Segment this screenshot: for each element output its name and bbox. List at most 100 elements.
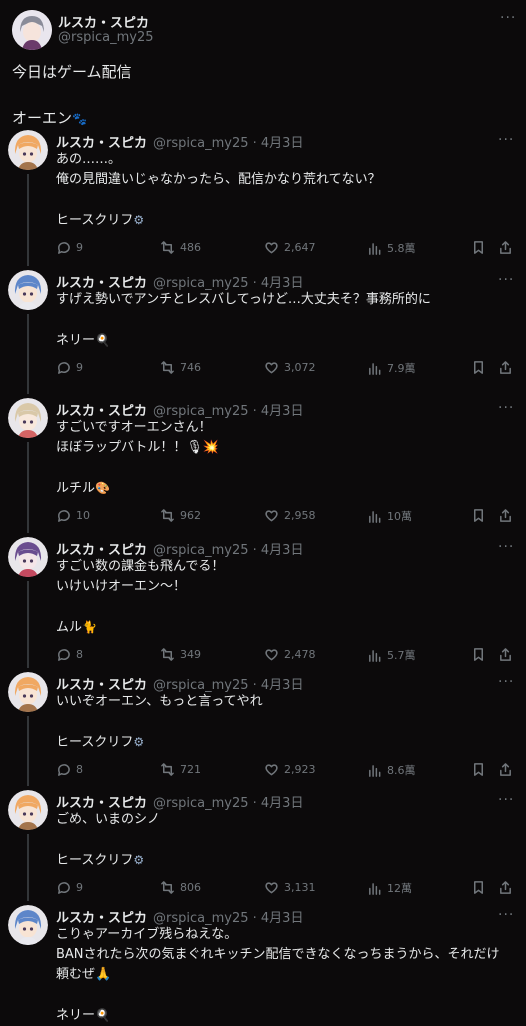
bookmark-button[interactable] — [471, 360, 486, 375]
avatar[interactable] — [8, 270, 48, 310]
repost-button[interactable]: 806 — [160, 880, 201, 895]
more-options-icon[interactable]: ··· — [498, 400, 514, 416]
like-button[interactable]: 2,958 — [264, 508, 316, 523]
more-options-icon[interactable]: ··· — [498, 272, 514, 288]
avatar[interactable] — [8, 905, 48, 945]
thread-connector-line — [27, 581, 29, 668]
repost-icon — [161, 509, 174, 522]
repost-count: 746 — [180, 361, 201, 374]
author-handle-date[interactable]: @rspica_my25 · 4月3日 — [153, 792, 303, 811]
reply-button[interactable]: 10 — [56, 508, 90, 523]
heart-icon — [265, 649, 278, 661]
share-icon — [500, 763, 511, 776]
reply-header: ルスカ・スピカ @rspica_my25 · 4月3日 — [56, 907, 303, 926]
more-options-icon[interactable]: ··· — [498, 539, 514, 555]
views-icon — [369, 242, 381, 255]
avatar[interactable] — [12, 10, 52, 50]
like-button[interactable]: 2,478 — [264, 647, 316, 662]
more-options-icon[interactable]: ··· — [498, 674, 514, 690]
reply-button[interactable]: 8 — [56, 762, 83, 777]
signature-name: ルチル — [56, 481, 96, 496]
reply-count: 8 — [76, 763, 83, 776]
author-name[interactable]: ルスカ・スピカ — [56, 907, 147, 926]
action-bar: 9 486 2,647 5.8萬 — [56, 240, 516, 258]
like-button[interactable]: 2,923 — [264, 762, 316, 777]
share-button[interactable] — [498, 647, 513, 662]
share-button[interactable] — [498, 762, 513, 777]
repost-count: 962 — [180, 509, 201, 522]
reply-icon — [58, 362, 70, 374]
signature-name: ヒースクリフ — [56, 853, 134, 868]
repost-button[interactable]: 746 — [160, 360, 201, 375]
views-button[interactable]: 12萬 — [367, 880, 412, 896]
author-handle-date[interactable]: @rspica_my25 · 4月3日 — [153, 539, 303, 558]
bookmark-button[interactable] — [471, 508, 486, 523]
views-button[interactable]: 7.9萬 — [367, 360, 416, 376]
reply-signature: ネリー🍳 — [56, 330, 110, 351]
author-handle-date[interactable]: @rspica_my25 · 4月3日 — [153, 272, 303, 291]
avatar[interactable] — [8, 790, 48, 830]
more-options-icon[interactable]: ··· — [498, 907, 514, 923]
reply-button[interactable]: 9 — [56, 360, 83, 375]
heart-icon — [265, 242, 278, 254]
views-icon — [369, 764, 381, 777]
action-bar: 9 746 3,072 7.9萬 — [56, 360, 516, 378]
bookmark-button[interactable] — [471, 240, 486, 255]
signature-name: ネリー — [56, 333, 96, 348]
author-name[interactable]: ルスカ・スピカ — [56, 272, 147, 291]
repost-button[interactable]: 721 — [160, 762, 201, 777]
avatar[interactable] — [8, 537, 48, 577]
repost-icon — [161, 361, 174, 374]
reply-button[interactable]: 9 — [56, 240, 83, 255]
author-name[interactable]: ルスカ・スピカ — [58, 12, 149, 31]
reply-button[interactable]: 8 — [56, 647, 83, 662]
author-handle-date[interactable]: @rspica_my25 · 4月3日 — [153, 674, 303, 693]
like-button[interactable]: 3,131 — [264, 880, 316, 895]
avatar[interactable] — [8, 130, 48, 170]
avatar[interactable] — [8, 398, 48, 438]
author-name[interactable]: ルスカ・スピカ — [56, 400, 147, 419]
bookmark-icon — [474, 361, 483, 374]
bookmark-icon — [474, 648, 483, 661]
repost-icon — [161, 763, 174, 776]
author-name[interactable]: ルスカ・スピカ — [56, 792, 147, 811]
thread-connector-line — [27, 834, 29, 901]
bookmark-button[interactable] — [471, 647, 486, 662]
views-button[interactable]: 5.7萬 — [367, 647, 416, 663]
heart-icon — [265, 764, 278, 776]
bookmark-button[interactable] — [471, 762, 486, 777]
author-name[interactable]: ルスカ・スピカ — [56, 539, 147, 558]
signature-name: ネリー — [56, 1008, 96, 1023]
author-handle-date[interactable]: @rspica_my25 · 4月3日 — [153, 400, 303, 419]
author-handle-date[interactable]: @rspica_my25 · 4月3日 — [153, 907, 303, 926]
reply-icon — [58, 510, 70, 522]
share-button[interactable] — [498, 508, 513, 523]
like-button[interactable]: 3,072 — [264, 360, 316, 375]
more-options-icon[interactable]: ··· — [498, 792, 514, 808]
repost-button[interactable]: 349 — [160, 647, 201, 662]
palette-icon: 🎨 — [95, 481, 110, 495]
author-name[interactable]: ルスカ・スピカ — [56, 674, 147, 693]
repost-button[interactable]: 486 — [160, 240, 201, 255]
share-button[interactable] — [498, 880, 513, 895]
views-button[interactable]: 10萬 — [367, 508, 412, 524]
author-handle[interactable]: @rspica_my25 — [58, 30, 154, 45]
views-count: 10萬 — [387, 510, 412, 523]
reply-button[interactable]: 9 — [56, 880, 83, 895]
more-options-icon[interactable]: ··· — [500, 10, 516, 26]
views-button[interactable]: 8.6萬 — [367, 762, 416, 778]
views-count: 5.7萬 — [387, 649, 416, 662]
action-bar: 10 962 2,958 10萬 — [56, 508, 516, 526]
bookmark-button[interactable] — [471, 880, 486, 895]
more-options-icon[interactable]: ··· — [498, 132, 514, 148]
repost-button[interactable]: 962 — [160, 508, 201, 523]
author-handle-date[interactable]: @rspica_my25 · 4月3日 — [153, 132, 303, 151]
like-count: 2,647 — [284, 241, 316, 254]
share-button[interactable] — [498, 360, 513, 375]
reply-text-line: すげえ勢いでアンチとレスバしてっけど…大丈夫そ？事務所的に — [56, 292, 431, 307]
avatar[interactable] — [8, 672, 48, 712]
share-button[interactable] — [498, 240, 513, 255]
views-button[interactable]: 5.8萬 — [367, 240, 416, 256]
like-button[interactable]: 2,647 — [264, 240, 316, 255]
author-name[interactable]: ルスカ・スピカ — [56, 132, 147, 151]
